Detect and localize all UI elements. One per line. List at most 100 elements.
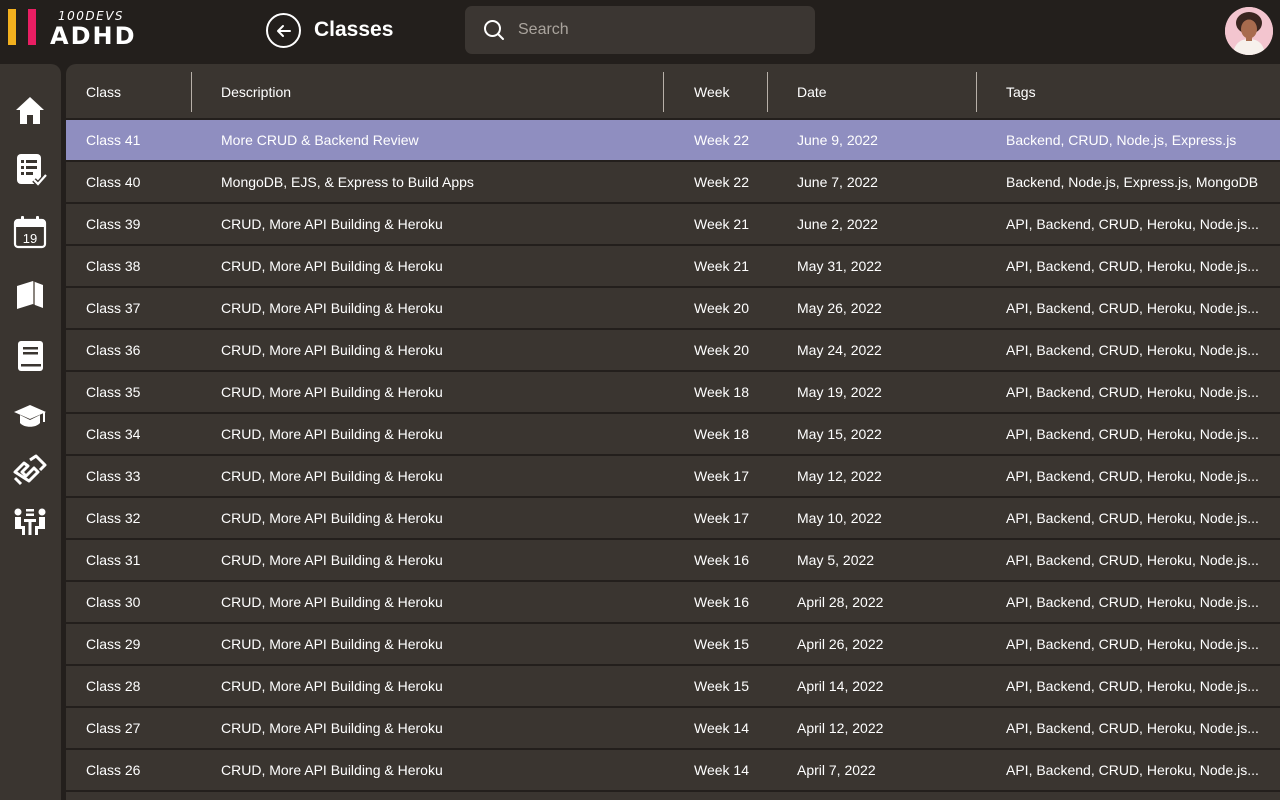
table-row[interactable]: Class 31 CRUD, More API Building & Heroku…: [66, 540, 1280, 582]
cell-tags: API, Backend, CRUD, Heroku, Node.js...: [1006, 636, 1259, 652]
cell-class: Class 29: [86, 636, 141, 652]
cell-description: CRUD, More API Building & Heroku: [221, 678, 443, 694]
cell-date: May 15, 2022: [797, 426, 882, 442]
graduation-cap-icon: [14, 405, 46, 427]
cell-description: CRUD, More API Building & Heroku: [221, 636, 443, 652]
cell-week: Week 16: [694, 552, 749, 568]
cell-date: May 10, 2022: [797, 510, 882, 526]
cell-class: Class 27: [86, 720, 141, 736]
cell-date: June 2, 2022: [797, 216, 878, 232]
cell-week: Week 18: [694, 426, 749, 442]
sidebar-item-book[interactable]: [10, 336, 50, 376]
cell-description: CRUD, More API Building & Heroku: [221, 216, 443, 232]
cell-week: Week 15: [694, 636, 749, 652]
user-avatar[interactable]: [1225, 7, 1273, 55]
logo-bar-pink: [28, 9, 36, 45]
cell-week: Week 14: [694, 720, 749, 736]
table-row[interactable]: Class 40 MongoDB, EJS, & Express to Build…: [66, 162, 1280, 204]
cell-class: Class 41: [86, 132, 141, 148]
table-row[interactable]: Class 32 CRUD, More API Building & Heroku…: [66, 498, 1280, 540]
column-divider[interactable]: [767, 72, 768, 112]
table-row[interactable]: Class 35 CRUD, More API Building & Heroku…: [66, 372, 1280, 414]
cell-tags: API, Backend, CRUD, Heroku, Node.js...: [1006, 426, 1259, 442]
book-icon: [18, 341, 43, 371]
table-row[interactable]: Class 27 CRUD, More API Building & Heroku…: [66, 708, 1280, 750]
cell-date: April 7, 2022: [797, 762, 876, 778]
table-row[interactable]: Class 34 CRUD, More API Building & Heroku…: [66, 414, 1280, 456]
cell-description: CRUD, More API Building & Heroku: [221, 300, 443, 316]
cell-week: Week 22: [694, 132, 749, 148]
table-row[interactable]: Class 33 CRUD, More API Building & Heroku…: [66, 456, 1280, 498]
cell-description: CRUD, More API Building & Heroku: [221, 384, 443, 400]
cell-tags: API, Backend, CRUD, Heroku, Node.js...: [1006, 258, 1259, 274]
table-row[interactable]: Class 30 CRUD, More API Building & Heroku…: [66, 582, 1280, 624]
cell-date: May 31, 2022: [797, 258, 882, 274]
column-header-class[interactable]: Class: [86, 64, 121, 120]
table-row[interactable]: Class 37 CRUD, More API Building & Heroku…: [66, 288, 1280, 330]
column-divider[interactable]: [976, 72, 977, 112]
sidebar-item-calendar[interactable]: 19: [10, 212, 50, 252]
sidebar-item-meeting[interactable]: [10, 502, 50, 542]
sidebar: 19: [0, 64, 61, 800]
cell-class: Class 30: [86, 594, 141, 610]
sidebar-item-books[interactable]: [10, 274, 50, 314]
cell-date: April 28, 2022: [797, 594, 884, 610]
cell-week: Week 16: [694, 594, 749, 610]
cell-class: Class 26: [86, 762, 141, 778]
column-header-tags[interactable]: Tags: [1006, 64, 1036, 120]
meeting-icon: [14, 508, 46, 535]
table-row[interactable]: Class 26 CRUD, More API Building & Heroku…: [66, 750, 1280, 792]
table-row[interactable]: Class 38 CRUD, More API Building & Heroku…: [66, 246, 1280, 288]
cell-date: April 26, 2022: [797, 636, 884, 652]
cell-date: May 19, 2022: [797, 384, 882, 400]
cell-week: Week 21: [694, 216, 749, 232]
search-box[interactable]: [465, 6, 815, 54]
table-row[interactable]: Class 36 CRUD, More API Building & Heroku…: [66, 330, 1280, 372]
column-header-date[interactable]: Date: [797, 64, 827, 120]
brand-name: ADHD: [50, 22, 137, 50]
search-input[interactable]: [518, 6, 798, 54]
column-header-week[interactable]: Week: [694, 64, 730, 120]
table-row[interactable]: Class 39 CRUD, More API Building & Heroku…: [66, 204, 1280, 246]
calendar-badge: 19: [23, 231, 37, 246]
sidebar-item-checklist[interactable]: [10, 150, 50, 190]
classes-table: Class Description Week Date Tags Class 4…: [66, 64, 1280, 800]
cell-week: Week 21: [694, 258, 749, 274]
cell-description: CRUD, More API Building & Heroku: [221, 720, 443, 736]
back-button[interactable]: [266, 13, 301, 48]
cell-description: CRUD, More API Building & Heroku: [221, 342, 443, 358]
cell-class: Class 28: [86, 678, 141, 694]
cell-tags: Backend, CRUD, Node.js, Express.js: [1006, 132, 1237, 148]
table-row[interactable]: Class 41 More CRUD & Backend Review Week 2…: [66, 120, 1280, 162]
cell-week: Week 18: [694, 384, 749, 400]
cell-tags: API, Backend, CRUD, Heroku, Node.js...: [1006, 300, 1259, 316]
cell-tags: API, Backend, CRUD, Heroku, Node.js...: [1006, 468, 1259, 484]
sidebar-item-home[interactable]: [10, 90, 50, 130]
cell-tags: API, Backend, CRUD, Heroku, Node.js...: [1006, 594, 1259, 610]
calendar-icon: 19: [13, 216, 47, 249]
column-divider[interactable]: [663, 72, 664, 112]
books-icon: [17, 281, 43, 309]
cell-class: Class 37: [86, 300, 141, 316]
sidebar-item-graduation[interactable]: [10, 396, 50, 436]
cell-week: Week 17: [694, 468, 749, 484]
avatar-image: [1225, 7, 1273, 55]
cell-tags: Backend, Node.js, Express.js, MongoDB: [1006, 174, 1259, 190]
sidebar-item-handshake[interactable]: [10, 450, 50, 490]
cell-class: Class 40: [86, 174, 141, 190]
cell-tags: API, Backend, CRUD, Heroku, Node.js...: [1006, 510, 1259, 526]
cell-tags: API, Backend, CRUD, Heroku, Node.js...: [1006, 720, 1259, 736]
table-row[interactable]: Class 28 CRUD, More API Building & Heroku…: [66, 666, 1280, 708]
cell-week: Week 20: [694, 342, 749, 358]
cell-description: CRUD, More API Building & Heroku: [221, 468, 443, 484]
column-divider[interactable]: [191, 72, 192, 112]
handshake-icon: [13, 454, 47, 486]
cell-tags: API, Backend, CRUD, Heroku, Node.js...: [1006, 678, 1259, 694]
table-row[interactable]: Class 29 CRUD, More API Building & Heroku…: [66, 624, 1280, 666]
brand-logo[interactable]: 100DEVS ADHD: [6, 8, 146, 50]
cell-week: Week 22: [694, 174, 749, 190]
cell-description: CRUD, More API Building & Heroku: [221, 258, 443, 274]
cell-description: MongoDB, EJS, & Express to Build Apps: [221, 174, 474, 190]
cell-description: More CRUD & Backend Review: [221, 132, 419, 148]
column-header-description[interactable]: Description: [221, 64, 291, 120]
